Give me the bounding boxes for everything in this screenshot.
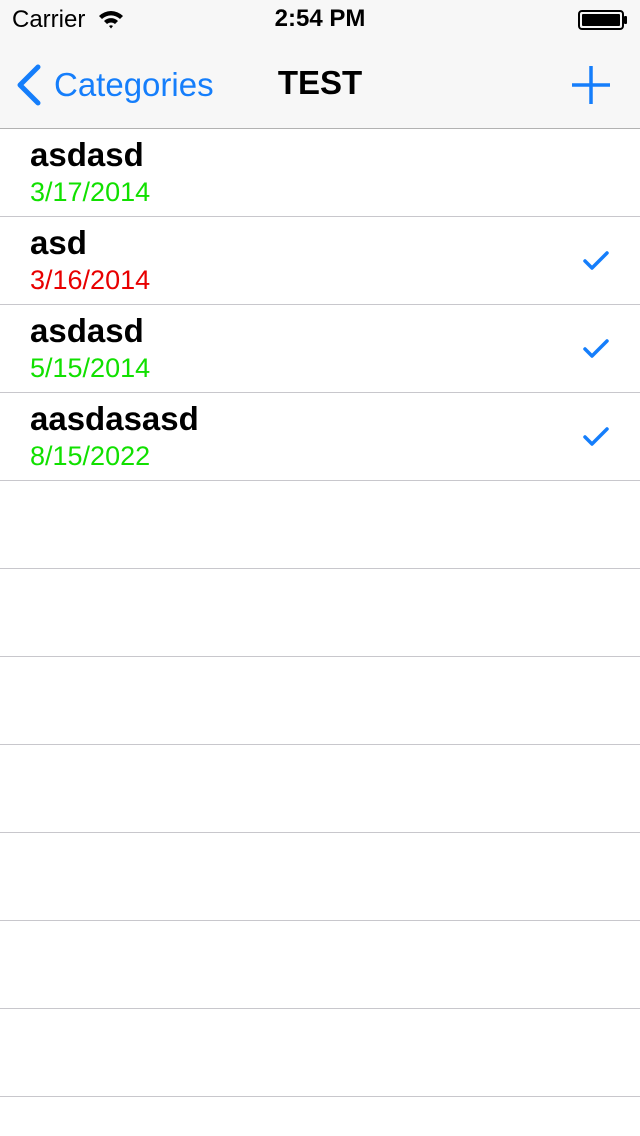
empty-row (0, 569, 640, 657)
table-row[interactable]: aasdasasd 8/15/2022 (0, 393, 640, 481)
checkmark-icon (583, 427, 609, 446)
empty-row (0, 921, 640, 1009)
item-title: asdasd (30, 312, 144, 349)
empty-row (0, 657, 640, 745)
item-date: 3/17/2014 (30, 177, 151, 207)
status-time: 2:54 PM (274, 5, 366, 32)
item-title: asd (30, 224, 87, 261)
table-row[interactable]: asdasd 3/17/2014 (0, 129, 640, 217)
battery-icon (578, 10, 627, 30)
table-row[interactable]: asd 3/16/2014 (0, 217, 640, 305)
item-date: 3/16/2014 (30, 265, 151, 295)
plus-icon[interactable] (568, 62, 614, 108)
page-title: TEST (277, 64, 363, 101)
empty-row (0, 833, 640, 921)
item-title: aasdasasd (30, 400, 199, 437)
navigation-bar: Categories TEST (0, 40, 640, 129)
screen: Carrier 2:54 PM Categories TEST asdasd 3/… (0, 0, 640, 1136)
empty-row (0, 481, 640, 569)
empty-row (0, 1009, 640, 1097)
item-table: asdasd 3/17/2014 asd 3/16/2014 asdasd 5/15/20… (0, 129, 640, 1097)
item-date: 8/15/2022 (30, 441, 151, 471)
item-title: asdasd (30, 136, 144, 173)
checkmark-icon (583, 339, 609, 358)
item-date: 5/15/2014 (30, 353, 151, 383)
table-row[interactable]: asdasd 5/15/2014 (0, 305, 640, 393)
checkmark-icon (583, 251, 609, 270)
status-bar: Carrier 2:54 PM (0, 0, 640, 40)
empty-row (0, 745, 640, 833)
